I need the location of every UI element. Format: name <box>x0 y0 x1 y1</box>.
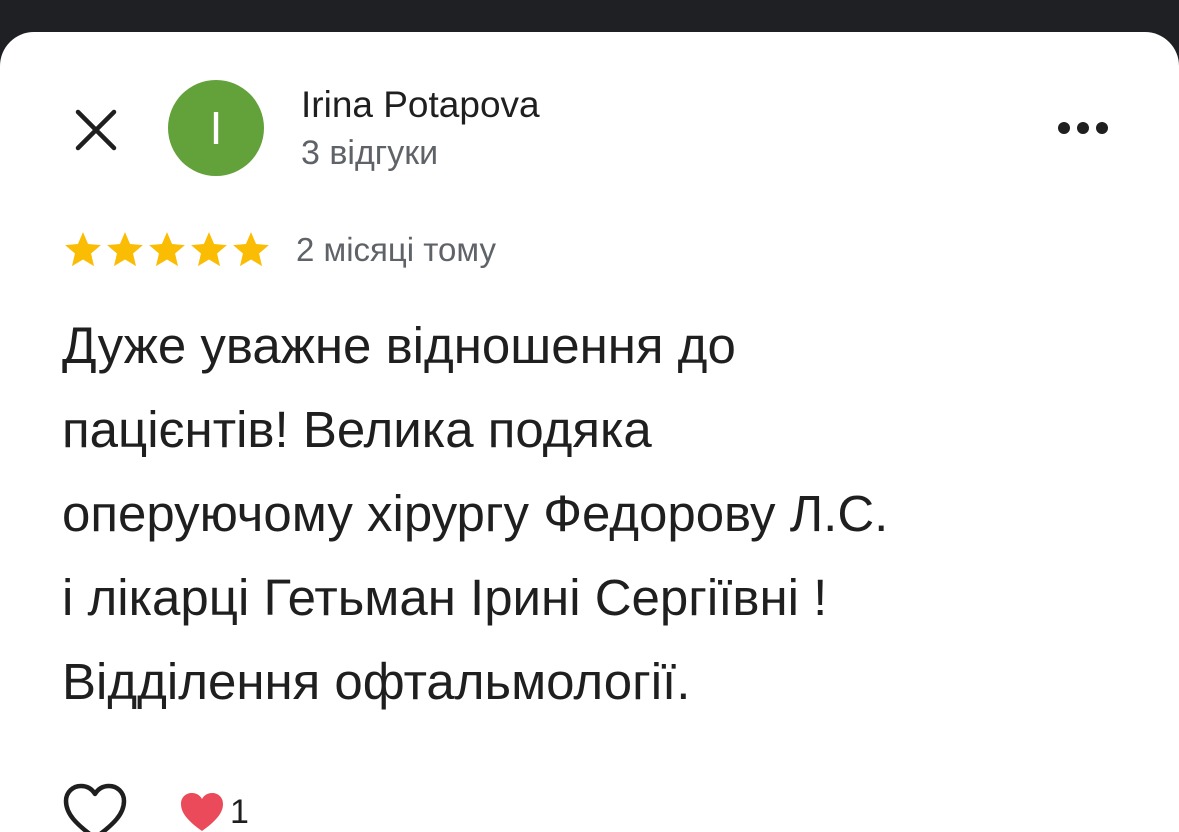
close-button[interactable] <box>66 100 126 160</box>
review-time: 2 місяці тому <box>296 231 496 268</box>
heart-reaction-icon <box>181 793 223 831</box>
avatar-letter: I <box>209 102 223 154</box>
rating-row: 2 місяці тому <box>62 228 496 272</box>
star-icon <box>191 232 227 267</box>
avatar[interactable]: I <box>168 80 264 176</box>
author-name[interactable]: Irina Potapova <box>301 84 540 126</box>
star-icon <box>149 232 185 267</box>
star-rating <box>62 229 272 271</box>
close-icon <box>75 109 117 151</box>
review-actions: 1 <box>62 782 249 832</box>
more-options-button[interactable] <box>1050 104 1116 152</box>
star-icon <box>233 232 269 267</box>
reaction-summary[interactable]: 1 <box>178 790 249 832</box>
star-icon <box>65 232 101 267</box>
review-text: Дуже уважне відношення до пацієнтів! Вел… <box>62 317 889 710</box>
review-sheet: I Irina Potapova 3 відгуки 2 місяці тому… <box>0 32 1179 832</box>
heart-outline-icon[interactable] <box>62 782 128 832</box>
author-review-count[interactable]: 3 відгуки <box>301 134 438 173</box>
more-horizontal-icon <box>1058 122 1108 134</box>
reaction-count: 1 <box>230 792 249 831</box>
star-icon <box>107 232 143 267</box>
